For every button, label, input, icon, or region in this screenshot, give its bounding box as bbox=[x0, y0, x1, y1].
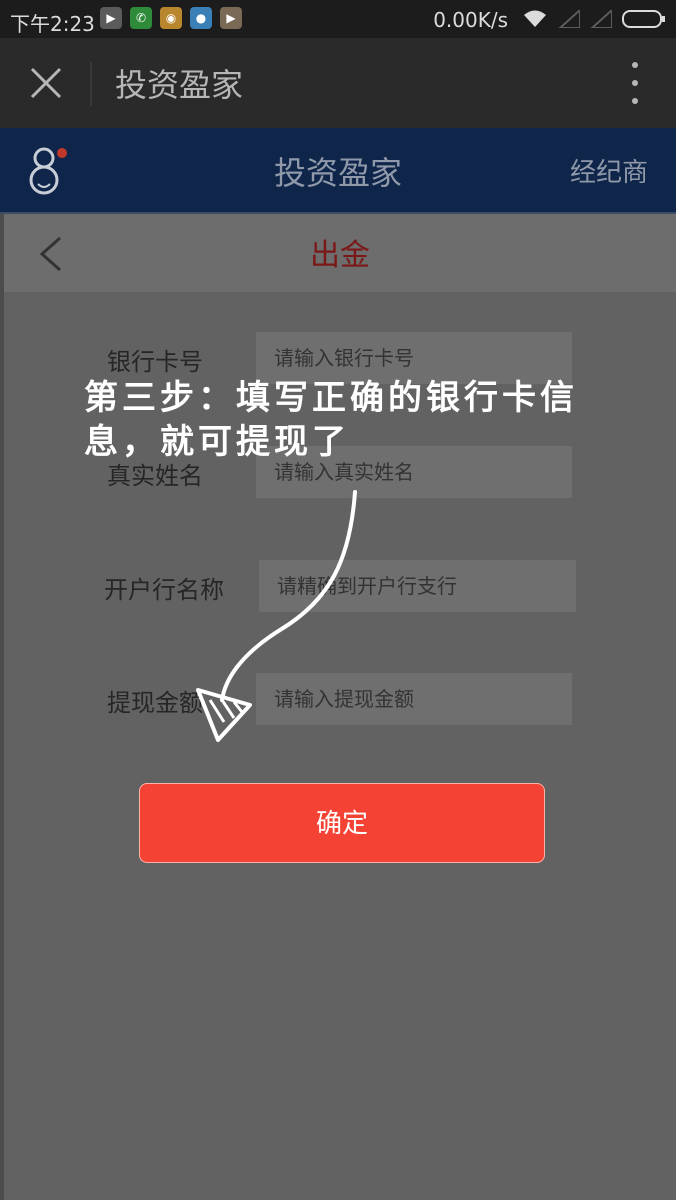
bank-branch-input[interactable] bbox=[259, 560, 576, 612]
more-options-icon[interactable] bbox=[630, 62, 640, 104]
tutorial-overlay-text: 第三步：填写正确的银行卡信息，就可提现了 bbox=[84, 378, 578, 462]
network-speed: 0.00K/s bbox=[433, 8, 508, 32]
amount-row: 提现金额 bbox=[0, 673, 676, 727]
play-store-icon: ▶ bbox=[100, 7, 122, 29]
page-header: 出金 bbox=[4, 214, 676, 292]
system-icons bbox=[522, 9, 666, 29]
battery-icon bbox=[622, 10, 665, 28]
signal-icon bbox=[558, 10, 580, 28]
status-time: 下午2:23 bbox=[10, 12, 95, 36]
bank-branch-row: 开户行名称 bbox=[0, 560, 676, 614]
toolbar-divider bbox=[90, 62, 92, 106]
app-header: 投资盈家 经纪商 bbox=[0, 128, 676, 214]
signal-icon-2 bbox=[590, 10, 612, 28]
status-bar: 下午2:23 ▶ ✆ ◉ ● ▶ 0.00K/s bbox=[0, 0, 676, 38]
phone-icon: ✆ bbox=[130, 7, 152, 29]
page-title: 出金 bbox=[310, 238, 370, 273]
bank-branch-label: 开户行名称 bbox=[104, 576, 224, 604]
amount-input[interactable] bbox=[256, 673, 572, 725]
broker-link[interactable]: 经纪商 bbox=[570, 152, 648, 189]
close-icon[interactable] bbox=[28, 65, 64, 101]
qq-browser-icon: ● bbox=[190, 7, 212, 29]
chrome-icon: ◉ bbox=[160, 7, 182, 29]
wifi-icon bbox=[524, 10, 546, 27]
browser-toolbar: 投资盈家 bbox=[0, 38, 676, 128]
amount-label: 提现金额 bbox=[107, 689, 203, 717]
video-icon: ▶ bbox=[220, 7, 242, 29]
confirm-button[interactable]: 确定 bbox=[139, 783, 545, 863]
notification-icons: ▶ ✆ ◉ ● ▶ bbox=[100, 7, 242, 29]
bank-card-label: 银行卡号 bbox=[107, 348, 203, 376]
toolbar-title: 投资盈家 bbox=[115, 66, 244, 104]
